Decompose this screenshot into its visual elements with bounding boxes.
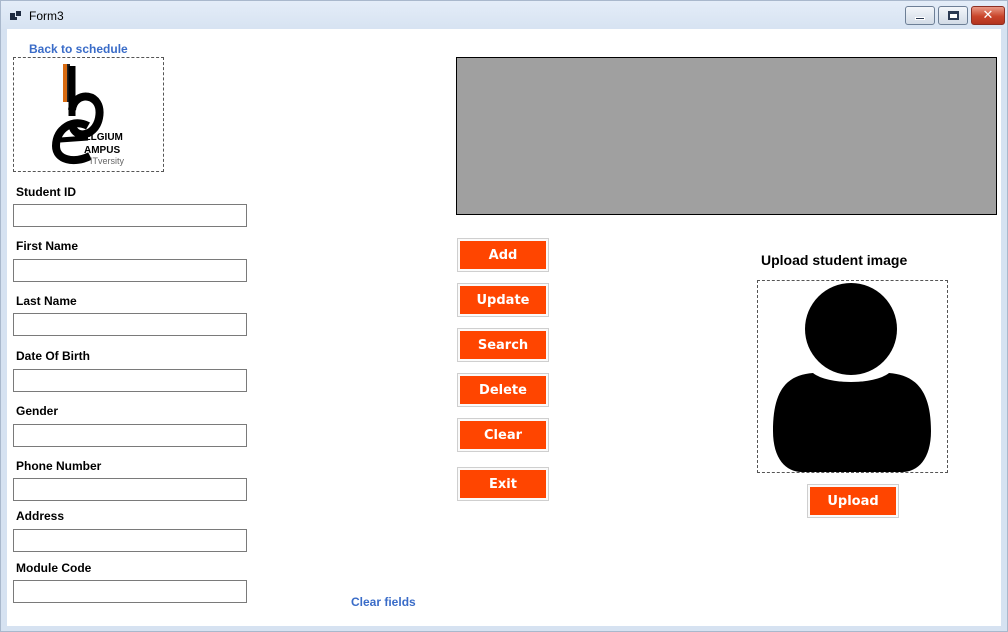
address-label: Address	[16, 509, 65, 523]
clear-fields-link[interactable]: Clear fields	[351, 595, 416, 609]
address-input[interactable]	[13, 529, 247, 552]
phone-number-label: Phone Number	[16, 459, 102, 473]
gender-label: Gender	[16, 404, 59, 418]
module-code-input[interactable]	[13, 580, 247, 603]
upload-button-label: Upload	[810, 487, 896, 515]
first-name-label: First Name	[16, 239, 79, 253]
student-photo-picturebox[interactable]	[757, 280, 948, 473]
clear-button-label: Clear	[460, 421, 546, 449]
last-name-label: Last Name	[16, 294, 77, 308]
logo-picturebox: ELGIUM AMPUS ITversity	[13, 57, 164, 172]
update-button[interactable]: Update	[457, 283, 549, 317]
header-banner-picturebox	[456, 57, 997, 215]
upload-button[interactable]: Upload	[807, 484, 899, 518]
close-button[interactable]: ✕	[971, 6, 1005, 25]
date-of-birth-label: Date Of Birth	[16, 349, 91, 363]
logo-line2: AMPUS	[84, 145, 120, 156]
add-button-label: Add	[460, 241, 546, 269]
back-to-schedule-link[interactable]: Back to schedule	[29, 42, 128, 56]
form-client-area: Back to schedule ELGIUM AMPUS ITversity …	[7, 29, 1001, 626]
delete-button-label: Delete	[460, 376, 546, 404]
user-silhouette-icon	[773, 283, 931, 472]
belgium-campus-logo: ELGIUM AMPUS ITversity	[51, 64, 125, 166]
window-title: Form3	[29, 9, 64, 23]
add-button[interactable]: Add	[457, 238, 549, 272]
exit-button-label: Exit	[460, 470, 546, 498]
first-name-input[interactable]	[13, 259, 247, 282]
logo-line1: ELGIUM	[84, 132, 123, 143]
close-icon: ✕	[982, 8, 994, 23]
last-name-input[interactable]	[13, 313, 247, 336]
minimize-button[interactable]	[905, 6, 935, 25]
app-window: Form3 ✕ Back to schedule ELGIUM AMPUS IT…	[0, 0, 1008, 632]
date-of-birth-input[interactable]	[13, 369, 247, 392]
search-button[interactable]: Search	[457, 328, 549, 362]
restore-icon	[947, 11, 959, 20]
delete-button[interactable]: Delete	[457, 373, 549, 407]
search-button-label: Search	[460, 331, 546, 359]
student-id-input[interactable]	[13, 204, 247, 227]
maximize-button[interactable]	[938, 6, 968, 25]
exit-button[interactable]: Exit	[457, 467, 549, 501]
module-code-label: Module Code	[16, 561, 92, 575]
student-id-label: Student ID	[16, 185, 76, 199]
upload-image-title: Upload student image	[761, 252, 908, 268]
phone-number-input[interactable]	[13, 478, 247, 501]
title-bar[interactable]: Form3 ✕	[1, 1, 1007, 29]
logo-line3: ITversity	[90, 156, 125, 166]
minimize-icon	[915, 17, 925, 20]
form-icon	[10, 10, 23, 21]
update-button-label: Update	[460, 286, 546, 314]
gender-input[interactable]	[13, 424, 247, 447]
clear-button[interactable]: Clear	[457, 418, 549, 452]
